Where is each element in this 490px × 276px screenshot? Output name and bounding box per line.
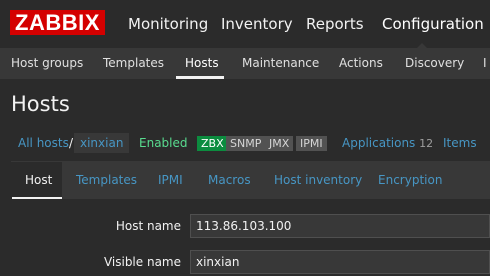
subnav-truncated-item[interactable]: I [483, 48, 487, 79]
nav-configuration[interactable]: Configuration [382, 0, 484, 48]
tab-host-inventory[interactable]: Host inventory [274, 162, 362, 199]
nav-inventory[interactable]: Inventory [221, 0, 293, 48]
tab-active-indicator [12, 197, 62, 199]
subnav-host-groups[interactable]: Host groups [11, 48, 83, 79]
applications-link[interactable]: Applications 12 [342, 128, 433, 158]
host-name-label: Host name [115, 219, 181, 233]
host-status-enabled[interactable]: Enabled [139, 128, 188, 158]
host-name-input[interactable] [190, 214, 490, 238]
sub-navigation-bar: Host groups Templates Hosts Maintenance … [0, 48, 490, 79]
availability-jmx-badge: JMX [265, 136, 294, 151]
tab-ipmi[interactable]: IPMI [158, 162, 183, 199]
availability-snmp-badge: SNMP [226, 136, 266, 151]
host-breadcrumb: All hosts / xinxian Enabled ZBX SNMP JMX… [0, 128, 490, 180]
subnav-hosts[interactable]: Hosts [185, 48, 219, 79]
availability-ipmi-badge: IPMI [296, 136, 327, 151]
tab-host[interactable]: Host [11, 162, 62, 199]
breadcrumb-separator: / [69, 136, 74, 150]
current-host-crumb: xinxian [74, 133, 130, 153]
nav-reports[interactable]: Reports [306, 0, 364, 48]
applications-label: Applications [342, 136, 416, 150]
tab-templates[interactable]: Templates [76, 162, 137, 199]
subnav-maintenance[interactable]: Maintenance [242, 48, 319, 79]
items-label: Items [443, 136, 477, 150]
page-title: Hosts [11, 92, 70, 116]
all-hosts-link[interactable]: All hosts [18, 128, 69, 158]
subnav-templates[interactable]: Templates [103, 48, 164, 79]
nav-monitoring[interactable]: Monitoring [128, 0, 208, 48]
availability-zbx-badge: ZBX [197, 136, 228, 151]
visible-name-input[interactable] [190, 250, 490, 274]
visible-name-label: Visible name [103, 255, 181, 269]
subnav-actions[interactable]: Actions [339, 48, 383, 79]
subnav-active-indicator [176, 76, 224, 79]
subnav-discovery[interactable]: Discovery [405, 48, 464, 79]
tab-macros[interactable]: Macros [208, 162, 251, 199]
top-navigation-bar: ZABBIX Monitoring Inventory Reports Conf… [0, 0, 490, 49]
items-link[interactable]: Items 61 [443, 128, 490, 180]
zabbix-logo[interactable]: ZABBIX [10, 10, 105, 35]
applications-count: 12 [419, 137, 434, 150]
tab-encryption[interactable]: Encryption [378, 162, 442, 199]
